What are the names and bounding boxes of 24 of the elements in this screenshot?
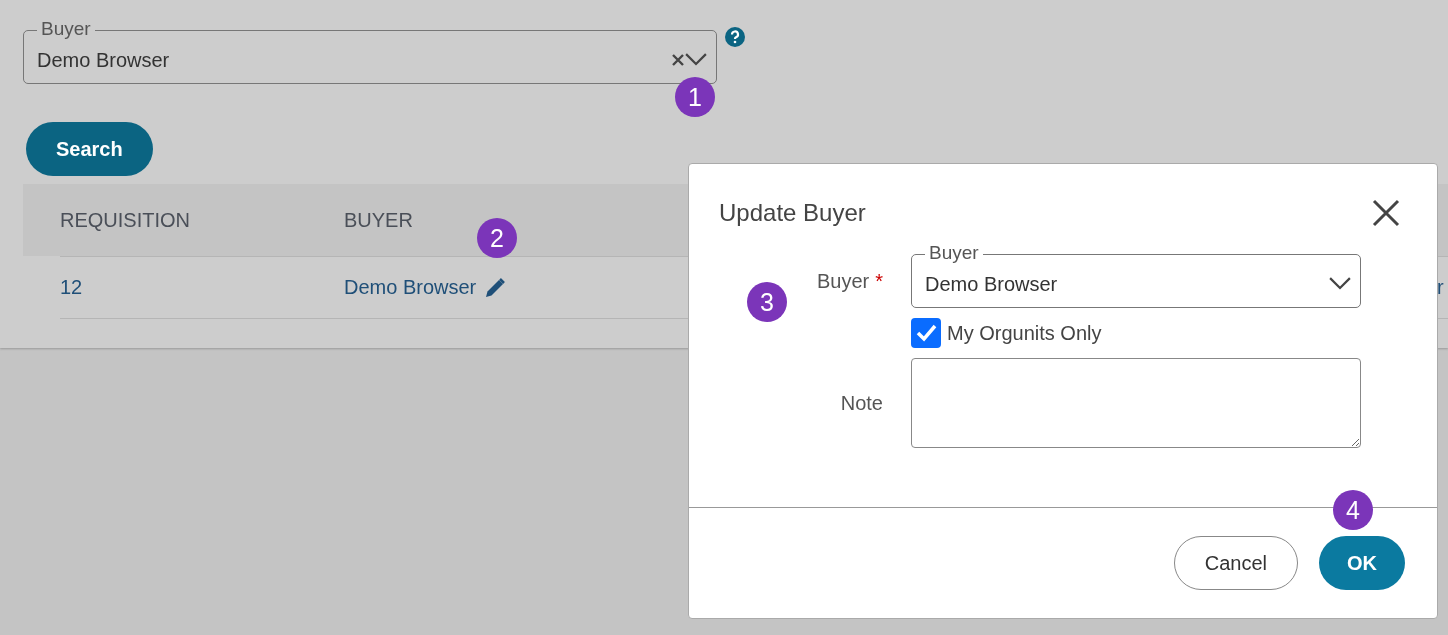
pencil-icon[interactable] bbox=[484, 276, 507, 299]
required-mark: * bbox=[875, 269, 883, 293]
requisition-link[interactable]: 12 bbox=[60, 276, 83, 299]
buyer-link[interactable]: Demo Browser bbox=[344, 276, 477, 299]
orgunits-checkbox[interactable]: My Orgunits Only bbox=[911, 318, 1361, 348]
field-label: Buyer bbox=[37, 19, 95, 39]
help-icon[interactable] bbox=[725, 27, 745, 47]
table-cell: r bbox=[1437, 276, 1444, 299]
close-button[interactable] bbox=[1371, 198, 1401, 228]
dialog-title: Update Buyer bbox=[719, 199, 866, 227]
select-value: Demo Browser bbox=[925, 272, 1059, 296]
ok-button[interactable]: OK bbox=[1319, 536, 1405, 590]
select-value: Demo Browser bbox=[37, 48, 171, 72]
field-label: Note bbox=[840, 391, 883, 415]
cancel-button[interactable]: Cancel bbox=[1173, 536, 1298, 590]
field-label: Buyer bbox=[816, 269, 870, 293]
clear-icon[interactable] bbox=[671, 53, 685, 67]
note-field[interactable] bbox=[911, 358, 1361, 448]
chevron-down-icon[interactable] bbox=[685, 53, 707, 67]
field-label: Buyer bbox=[925, 243, 983, 263]
chevron-down-icon[interactable] bbox=[1329, 277, 1351, 291]
check-icon bbox=[915, 322, 937, 344]
search-button[interactable]: Search bbox=[26, 122, 153, 176]
buyer-select[interactable]: Buyer Demo Browser bbox=[911, 243, 1361, 308]
